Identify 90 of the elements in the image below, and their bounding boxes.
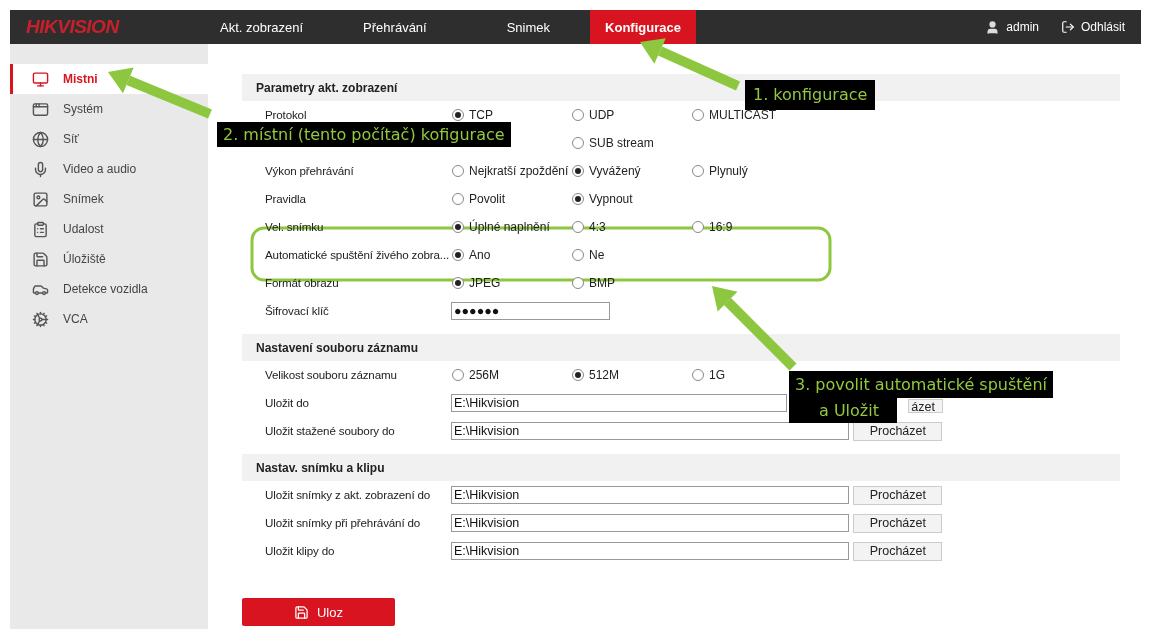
annotation-label: 3. povolit automatické spuštění [789, 371, 1053, 398]
radio-button[interactable] [572, 193, 584, 205]
nav-tab[interactable]: Snimek [466, 10, 591, 44]
field-label: Uložit snímky z akt. zobrazení do [265, 488, 431, 501]
field-label: Velikost souboru záznamu [265, 368, 397, 381]
path-field[interactable]: E:\Hikvision [451, 542, 849, 560]
annotation-label: 1. konfigurace [745, 80, 876, 110]
browse-button[interactable]: Procházet [853, 421, 942, 441]
logout-icon [1060, 20, 1075, 34]
path-field[interactable]: E:\Hikvision [451, 394, 787, 412]
section-header: Nastav. snímku a klipu [242, 454, 1120, 481]
window-icon [32, 100, 49, 118]
globe-icon [32, 130, 49, 148]
microphone-icon [32, 160, 49, 178]
radio-option[interactable]: UDP [572, 108, 615, 122]
sidebar-item[interactable]: Systém [10, 94, 208, 124]
field-label: Výkon přehrávání [265, 164, 354, 177]
annotation-label: a Uložit [789, 398, 897, 423]
radio-option[interactable]: Vyvážený [572, 164, 641, 178]
sidebar-item[interactable]: Udalost [10, 214, 208, 244]
radio-option[interactable]: Povolit [452, 192, 506, 206]
browse-button[interactable]: Procházet [853, 485, 942, 505]
radio-button[interactable] [692, 221, 704, 233]
radio-button[interactable] [692, 109, 704, 121]
section-header: Nastavení souboru záznamu [242, 334, 1120, 361]
field-label: Uložit klipy do [265, 544, 335, 557]
field-label: Pravidla [265, 192, 306, 205]
path-field[interactable]: E:\Hikvision [451, 486, 849, 504]
radio-option[interactable]: 256M [452, 368, 500, 382]
radio-button[interactable] [572, 369, 584, 381]
radio-button[interactable] [572, 221, 584, 233]
annotation-label: 2. místní (tento počítač) kofigurace [217, 122, 511, 147]
radio-option[interactable]: Vypnout [572, 192, 633, 206]
nav-tab[interactable]: Akt. zobrazení [200, 10, 324, 44]
radio-option[interactable]: Plynulý [692, 164, 748, 178]
nav-tab[interactable]: Přehrávání [323, 10, 467, 44]
radio-option[interactable]: Ano [452, 248, 491, 262]
field-label: Uložit stažené soubory do [265, 424, 395, 437]
radio-option[interactable]: 512M [572, 368, 620, 382]
radio-option[interactable]: 16:9 [692, 220, 733, 234]
radio-button[interactable] [452, 369, 464, 381]
radio-button[interactable] [572, 137, 584, 149]
radio-button[interactable] [572, 109, 584, 121]
radio-option[interactable]: 1G [692, 368, 725, 382]
user-icon [985, 19, 1001, 35]
radio-button[interactable] [452, 249, 464, 261]
sidebar-item[interactable]: VCA [10, 304, 208, 334]
logout-link[interactable]: Odhlásit [1060, 20, 1125, 34]
field-label: Šifrovací klíč [265, 304, 329, 317]
browse-button[interactable]: Procházet [853, 513, 942, 533]
radio-button[interactable] [452, 109, 464, 121]
field-label: Uložit do [265, 396, 309, 409]
field-label: Uložit snímky při přehrávání do [265, 516, 421, 529]
nav-tab[interactable]: Konfigurace [590, 10, 696, 44]
radio-button[interactable] [452, 165, 464, 177]
radio-option[interactable]: 4:3 [572, 220, 606, 234]
brand-logo: HIKVISION [25, 15, 121, 39]
sidebar-item[interactable]: Snímek [10, 184, 208, 214]
path-field[interactable]: E:\Hikvision [451, 422, 849, 440]
radio-button[interactable] [572, 249, 584, 261]
sidebar-item[interactable]: Video a audio [10, 154, 208, 184]
sidebar-item[interactable]: Detekce vozidla [10, 274, 208, 304]
sidebar-item[interactable]: Úložiště [10, 244, 208, 274]
list-icon [32, 220, 49, 238]
radio-button[interactable] [572, 277, 584, 289]
radio-option[interactable]: Úplné naplnění [452, 220, 550, 234]
radio-option[interactable]: Nejkratší zpoždění [452, 164, 569, 178]
radio-button[interactable] [452, 221, 464, 233]
browse-button[interactable]: ázet [908, 399, 943, 413]
radio-option[interactable]: Ne [572, 248, 605, 262]
field-label: Protokol [265, 108, 307, 121]
radio-button[interactable] [452, 193, 464, 205]
password-field[interactable]: ●●●●●● [451, 302, 610, 320]
radio-button[interactable] [452, 277, 464, 289]
user-link[interactable]: admin [985, 19, 1039, 35]
monitor-icon [32, 70, 49, 88]
path-field[interactable]: E:\Hikvision [451, 514, 849, 532]
field-label: Vel. snímku [265, 220, 324, 233]
radio-option[interactable]: MULTICAST [692, 108, 777, 122]
image-icon [32, 190, 49, 208]
sidebar-item[interactable]: Síť [10, 124, 208, 154]
radio-button[interactable] [692, 369, 704, 381]
save-button[interactable]: Uloz [242, 598, 395, 626]
radio-button[interactable] [572, 165, 584, 177]
browse-button[interactable]: Procházet [853, 541, 942, 561]
radio-option[interactable]: TCP [452, 108, 493, 122]
gear-icon [32, 310, 49, 328]
radio-button[interactable] [692, 165, 704, 177]
field-label: Automatické spuštění živého zobra... [265, 248, 450, 261]
radio-option[interactable]: SUB stream [572, 136, 654, 150]
